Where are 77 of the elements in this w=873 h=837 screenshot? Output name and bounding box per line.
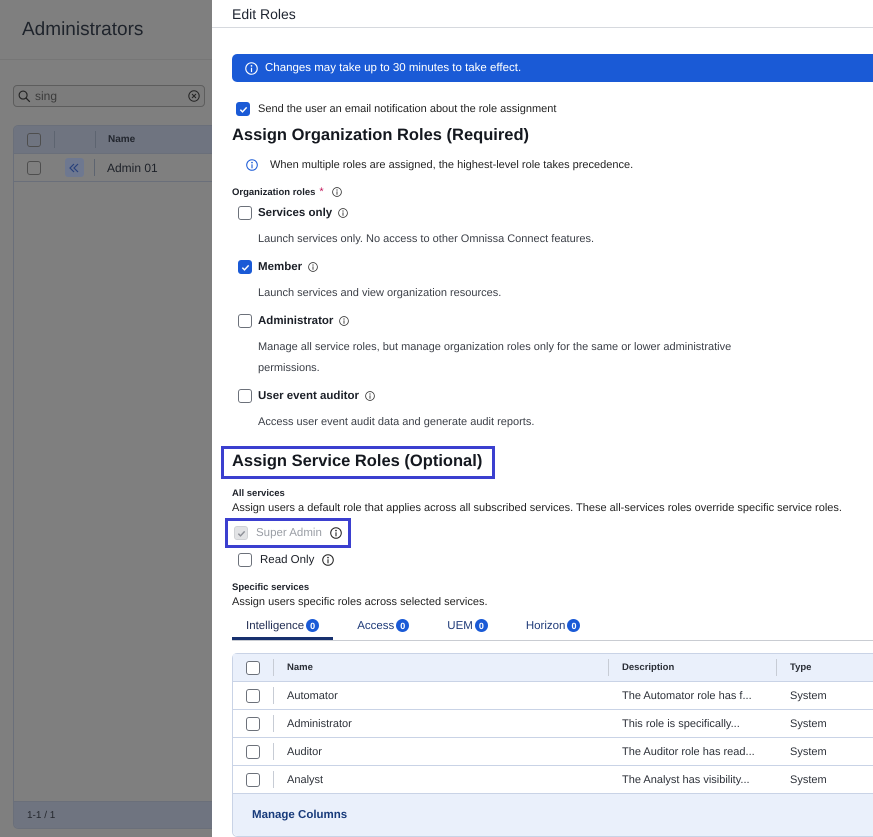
tab[interactable]: Access 0 [343,616,424,640]
option-description: Manage all service roles, but manage organization roles only for the same or lower administrative permissions. [258,340,732,376]
checkbox-label: Super Admin [256,527,322,539]
banner-text: Changes may take up to 30 minutes to take effect. [265,62,522,74]
page-title: Administrators [22,18,144,40]
table-cell: Admin 01 [107,160,158,174]
column-header: Description [622,662,674,673]
info-icon[interactable] [332,187,342,197]
checkbox[interactable] [238,553,252,567]
checkbox[interactable] [238,260,252,274]
checkbox[interactable] [238,314,252,328]
table-cell: The Auditor role has read... [622,746,755,758]
search-icon [18,90,31,102]
table-cell: System [790,718,827,730]
table-cell: The Automator role has f... [622,690,752,702]
tab[interactable]: Horizon 0 [512,616,594,640]
table-cell: Administrator [287,718,352,730]
checkbox[interactable] [238,206,252,220]
checkbox[interactable] [27,160,41,174]
field-label: Organization roles [232,186,316,198]
info-icon[interactable] [364,391,375,401]
info-icon[interactable] [308,262,318,272]
info-icon[interactable] [322,554,334,566]
checkbox-label: Read Only [260,554,314,566]
info-icon[interactable] [338,208,348,218]
subsection-description: Assign users a default role that applies across all subscribed services. These all-services roles override specific service roles. [232,502,843,514]
table-cell: System [790,690,827,702]
checkbox-label: Send the user an email notification about the role assignment [258,103,556,115]
checkbox-label: Administrator [258,315,334,327]
option-description: Launch services and view organization resources. [258,286,502,301]
option-description: Launch services only. No access to other Omnissa Connect features. [258,232,596,247]
info-icon[interactable] [339,316,350,326]
table-cell: Automator [287,690,338,702]
tab[interactable]: UEM 0 [433,616,502,640]
count-badge: 0 [474,619,488,632]
table-cell: Analyst [287,774,324,786]
checkbox[interactable] [246,772,260,786]
manage-columns-link[interactable]: Manage Columns [252,809,348,821]
tab[interactable]: Intelligence 0 [232,616,334,640]
checkbox[interactable] [246,744,260,758]
required-asterisk: * [319,186,324,198]
checkbox-label: Member [258,261,302,273]
checkmark-icon [240,262,250,272]
subsection-description: Assign users specific roles across selected services. [232,596,489,608]
column-header: Type [790,662,812,673]
count-badge: 0 [567,619,580,632]
table-cell: Auditor [287,746,322,758]
checkmark-icon [236,528,246,538]
table-cell: This role is specifically... [622,718,740,730]
checkbox[interactable] [246,660,260,674]
table-cell: System [790,746,827,758]
checkbox-label: Services only [258,207,332,219]
subsection-label: All services [232,488,286,499]
checkbox-label: User event auditor [258,390,359,402]
section-heading: Assign Service Roles (Optional) [224,449,492,476]
double-chevron-icon [68,162,80,172]
info-icon[interactable] [246,159,258,171]
table-cell: System [790,774,827,786]
checkbox[interactable] [246,716,260,730]
section-heading: Assign Organization Roles (Required) [232,126,530,145]
column-header: Name [108,134,136,145]
info-note: When multiple roles are assigned, the highest-level role takes precedence. [270,159,634,171]
checkmark-icon [238,104,248,114]
subsection-label: Specific services [232,582,310,593]
panel-title: Edit Roles [232,6,296,22]
expand-button[interactable] [64,158,84,177]
option-description: Access user event audit data and generate audit reports. [258,415,536,430]
table-cell: The Analyst has visibility... [622,774,750,786]
clear-icon[interactable] [188,90,200,102]
checkbox[interactable] [246,688,260,702]
checkbox[interactable] [238,389,252,403]
checkbox[interactable] [236,102,250,116]
pagination-text: 1-1 / 1 [14,801,212,828]
count-badge: 0 [306,619,320,632]
count-badge: 0 [396,619,410,632]
checkbox[interactable] [27,132,41,146]
column-header: Name [287,662,313,673]
